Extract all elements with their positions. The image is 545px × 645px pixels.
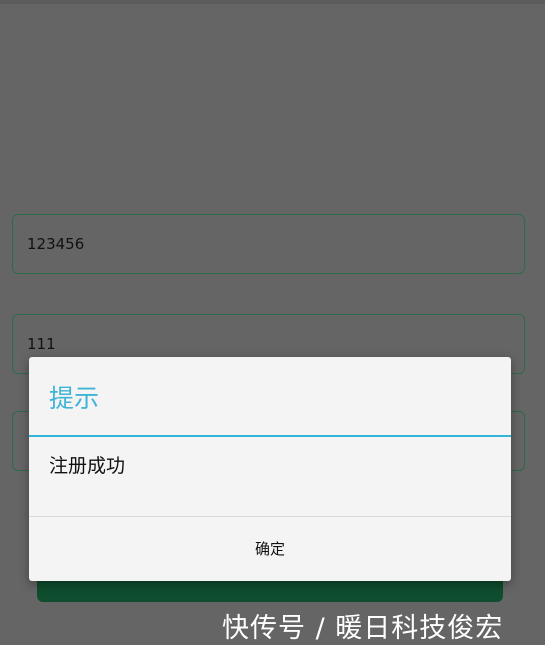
confirm-button[interactable]: 确定 <box>29 517 511 581</box>
alert-dialog: 提示 注册成功 确定 <box>29 357 511 581</box>
dialog-title: 提示 <box>49 384 100 413</box>
watermark-text: 快传号 / 暖日科技俊宏 <box>222 613 504 644</box>
title-divider <box>29 435 511 437</box>
dialog-message: 注册成功 <box>49 455 126 477</box>
username-field[interactable]: 123456 <box>12 214 525 274</box>
status-bar <box>0 0 545 4</box>
